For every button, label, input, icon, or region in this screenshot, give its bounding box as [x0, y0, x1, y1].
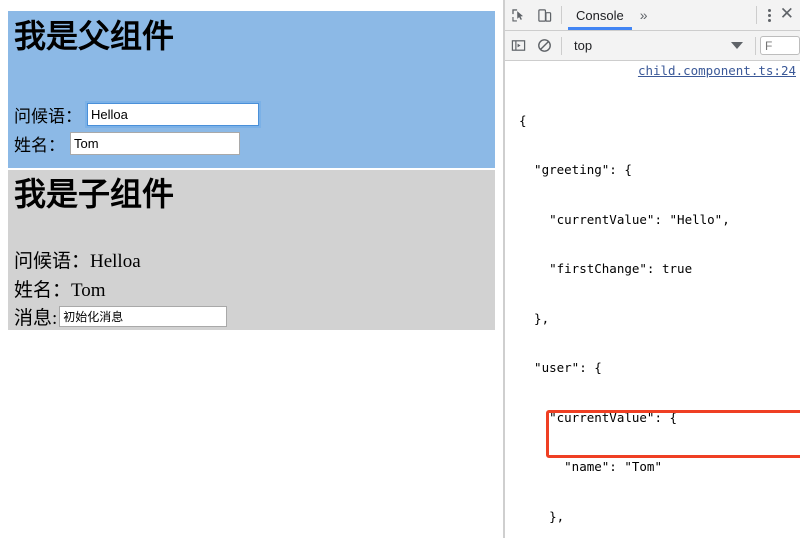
log-line: },: [519, 508, 565, 524]
tab-console[interactable]: Console: [566, 0, 634, 30]
console-log-area[interactable]: child.component.ts:24 { "greeting": { "c…: [505, 61, 800, 540]
parent-name-row: 姓名：: [14, 131, 240, 156]
parent-component-title: 我是父组件: [14, 18, 175, 54]
parent-greeting-input[interactable]: [87, 103, 259, 126]
filterbar-separator-1: [561, 36, 562, 55]
source-link[interactable]: child.component.ts:24: [638, 63, 796, 80]
console-log-entry[interactable]: child.component.ts:24 { "greeting": { "c…: [505, 61, 800, 540]
console-sidebar-icon[interactable]: [505, 33, 531, 59]
filterbar-separator-2: [755, 36, 756, 55]
inspect-element-icon[interactable]: [505, 2, 531, 28]
log-line: "greeting": {: [519, 162, 632, 177]
console-context-selector[interactable]: top: [566, 38, 592, 53]
log-line: },: [519, 310, 550, 326]
screenshot-root: 我是父组件 问候语： 姓名： 我是子组件 问候语：Helloa 姓名：Tom 消…: [0, 0, 800, 540]
child-message-input[interactable]: [59, 306, 228, 327]
more-options-icon[interactable]: [761, 8, 778, 22]
chevron-down-icon[interactable]: [731, 42, 743, 49]
child-message-label: 消息:: [14, 308, 58, 329]
parent-name-input[interactable]: [70, 132, 240, 155]
child-name-text: 姓名：Tom: [14, 280, 106, 301]
toolbar-separator-2: [755, 6, 757, 24]
devtools-tabbar: Console » ✕: [505, 0, 800, 31]
child-greeting-text: 问候语：Helloa: [14, 251, 141, 272]
toolbar-separator-1: [561, 6, 562, 24]
log-line: "user": {: [519, 360, 602, 375]
log-line: "firstChange": true: [519, 261, 693, 276]
console-filter-input[interactable]: [760, 36, 800, 55]
log-line: {: [519, 112, 527, 128]
tab-overflow-icon[interactable]: »: [634, 0, 654, 30]
parent-greeting-label: 问候语：: [14, 107, 82, 126]
parent-component-panel: 我是父组件 问候语： 姓名：: [8, 11, 495, 168]
device-toolbar-icon[interactable]: [531, 2, 557, 28]
parent-greeting-row: 问候语：: [14, 102, 259, 127]
devtools-panel: Console » ✕ top F child.component.ts:24 …: [505, 0, 800, 540]
log-line: "currentValue": "Hello",: [519, 211, 730, 227]
child-component-panel: 我是子组件 问候语：Helloa 姓名：Tom 消息:: [8, 170, 495, 330]
tab-overflow-label: »: [639, 7, 648, 23]
close-icon[interactable]: ✕: [778, 3, 800, 25]
browser-page-viewport: 我是父组件 问候语： 姓名： 我是子组件 问候语：Helloa 姓名：Tom 消…: [0, 0, 503, 538]
child-component-title: 我是子组件: [14, 176, 175, 212]
close-icon-label: ✕: [779, 3, 794, 24]
tab-console-label: Console: [576, 7, 624, 23]
console-filterbar: top: [505, 31, 800, 61]
log-line: "name": "Tom": [519, 459, 662, 474]
parent-name-label: 姓名：: [14, 136, 65, 155]
child-message-row: 消息:: [14, 303, 228, 330]
clear-console-icon[interactable]: [531, 33, 557, 59]
log-line: "currentValue": {: [519, 409, 678, 425]
